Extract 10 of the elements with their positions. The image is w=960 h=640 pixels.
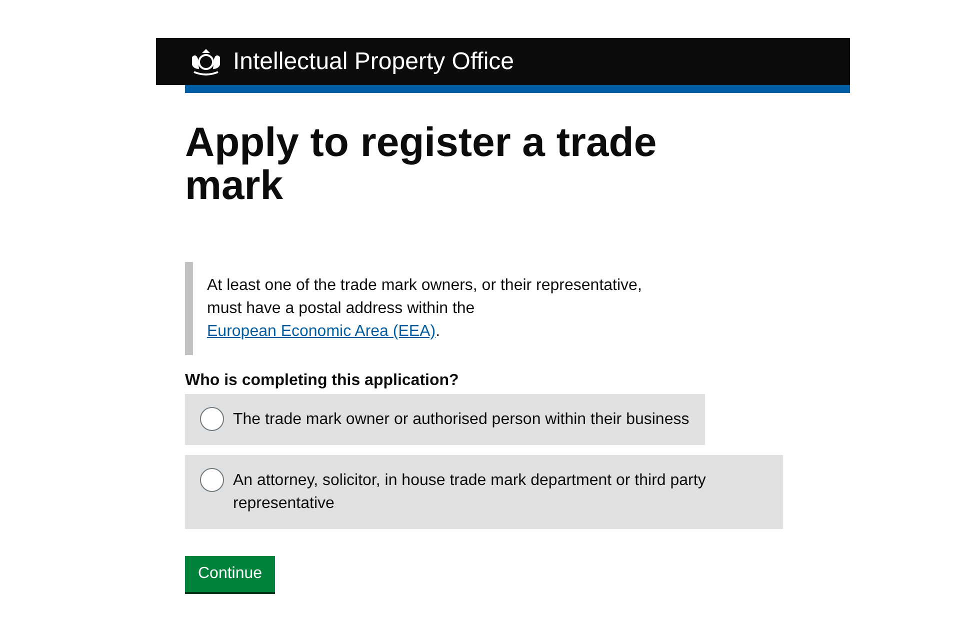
question-label: Who is completing this application? bbox=[185, 372, 460, 390]
eea-link[interactable]: European Economic Area (EEA) bbox=[207, 323, 436, 340]
radio-option[interactable]: An attorney, solicitor, in house trade mark department or third party representative bbox=[185, 455, 783, 529]
notice-text: At least one of the trade mark owners, or their representative, must have a postal address within the European Economic Area (EEA). bbox=[207, 276, 643, 342]
radio-button[interactable] bbox=[200, 407, 224, 431]
page-heading: Apply to register a trade mark bbox=[185, 121, 658, 207]
continue-button[interactable]: Continue bbox=[185, 556, 276, 592]
site-title[interactable]: Intellectual Property Office bbox=[233, 48, 514, 76]
radio-option[interactable]: The trade mark owner or authorised person within their business bbox=[185, 394, 706, 445]
radio-button[interactable] bbox=[200, 468, 224, 492]
